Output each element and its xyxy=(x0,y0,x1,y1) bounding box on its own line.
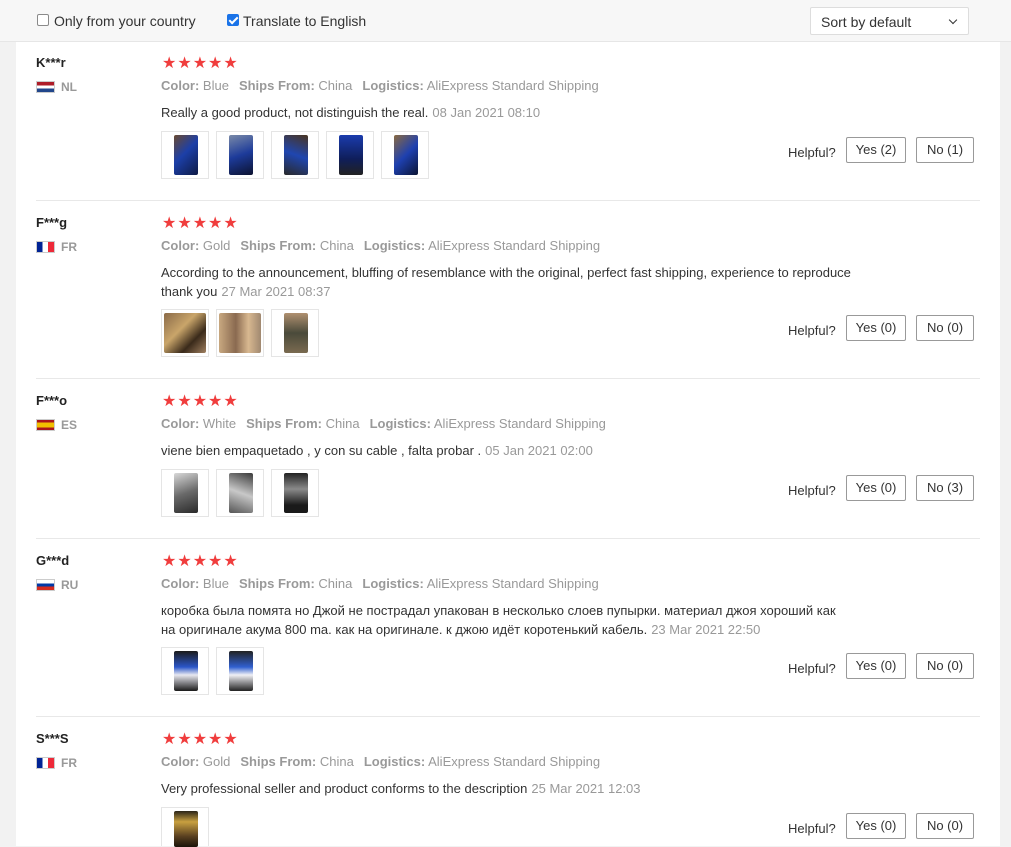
country-flag-icon xyxy=(36,579,55,591)
reviewer-name: F***g xyxy=(36,215,68,230)
review-text: коробка была помята но Джой не пострадал… xyxy=(161,603,836,637)
star-rating: ★★★★★ xyxy=(162,731,239,748)
helpful-yes-button[interactable]: Yes (0) xyxy=(846,653,906,679)
divider xyxy=(36,538,980,539)
review-text: According to the announcement, bluffing … xyxy=(161,265,851,299)
review-item: F***g FR ★★★★★ Color: Gold Ships From: Ch… xyxy=(36,215,980,379)
helpful-label: Helpful? xyxy=(788,661,836,676)
star-rating: ★★★★★ xyxy=(162,553,239,570)
country-flag-icon xyxy=(36,419,55,431)
helpful-no-button[interactable]: No (0) xyxy=(916,813,974,839)
review-attributes: Color: Blue Ships From: China Logistics: A… xyxy=(161,78,599,93)
helpful-yes-button[interactable]: Yes (0) xyxy=(846,315,906,341)
reviewer-name: S***S xyxy=(36,731,69,746)
review-photo[interactable] xyxy=(216,131,264,179)
review-photo[interactable] xyxy=(326,131,374,179)
review-photo[interactable] xyxy=(161,647,209,695)
only-country-label[interactable]: Only from your country xyxy=(54,13,196,29)
review-date: 27 Mar 2021 08:37 xyxy=(221,284,331,299)
review-photo[interactable] xyxy=(161,469,209,517)
sort-dropdown[interactable]: Sort by default xyxy=(810,7,969,35)
review-date: 25 Mar 2021 12:03 xyxy=(531,781,641,796)
review-photo[interactable] xyxy=(216,647,264,695)
helpful-yes-button[interactable]: Yes (2) xyxy=(846,137,906,163)
helpful-label: Helpful? xyxy=(788,483,836,498)
review-attributes: Color: White Ships From: China Logistics: … xyxy=(161,416,606,431)
review-item: F***o ES ★★★★★ Color: White Ships From: C… xyxy=(36,393,980,539)
helpful-label: Helpful? xyxy=(788,323,836,338)
reviewer-name: G***d xyxy=(36,553,70,568)
review-text: Really a good product, not distinguish t… xyxy=(161,105,541,120)
chevron-down-icon xyxy=(948,15,958,25)
review-attributes: Color: Blue Ships From: China Logistics: A… xyxy=(161,576,599,591)
helpful-label: Helpful? xyxy=(788,821,836,836)
review-text: viene bien empaquetado , y con su cable … xyxy=(161,443,593,458)
review-photo[interactable] xyxy=(271,131,319,179)
review-photo[interactable] xyxy=(381,131,429,179)
review-date: 23 Mar 2021 22:50 xyxy=(651,622,761,637)
review-photo[interactable] xyxy=(271,469,319,517)
review-attributes: Color: Gold Ships From: China Logistics: A… xyxy=(161,238,601,253)
country-code: ES xyxy=(61,418,78,432)
helpful-no-button[interactable]: No (1) xyxy=(916,137,974,163)
country-code: NL xyxy=(61,80,77,94)
review-photo[interactable] xyxy=(216,309,264,357)
helpful-no-button[interactable]: No (0) xyxy=(916,653,974,679)
country-code: RU xyxy=(61,578,79,592)
star-rating: ★★★★★ xyxy=(162,393,239,410)
helpful-label: Helpful? xyxy=(788,145,836,160)
country-code: FR xyxy=(61,240,77,254)
country-flag-icon xyxy=(36,81,55,93)
review-attributes: Color: Gold Ships From: China Logistics: A… xyxy=(161,754,601,769)
review-photo[interactable] xyxy=(271,309,319,357)
star-rating: ★★★★★ xyxy=(162,215,239,232)
review-photo[interactable] xyxy=(216,469,264,517)
translate-label[interactable]: Translate to English xyxy=(243,13,366,29)
review-date: 05 Jan 2021 02:00 xyxy=(485,443,593,458)
review-date: 08 Jan 2021 08:10 xyxy=(432,105,541,120)
review-item: K***r NL ★★★★★ Color: Blue Ships From: Ch… xyxy=(36,55,980,201)
review-photo[interactable] xyxy=(161,131,209,179)
helpful-yes-button[interactable]: Yes (0) xyxy=(846,813,906,839)
country-flag-icon xyxy=(36,757,55,769)
review-item: G***d RU ★★★★★ Color: Blue Ships From: Ch… xyxy=(36,553,980,717)
sort-dropdown-label: Sort by default xyxy=(821,14,912,30)
helpful-yes-button[interactable]: Yes (0) xyxy=(846,475,906,501)
review-text: Very professional seller and product con… xyxy=(161,781,641,796)
review-photo[interactable] xyxy=(161,807,209,847)
country-code: FR xyxy=(61,756,77,770)
review-item: S***S FR ★★★★★ Color: Gold Ships From: Ch… xyxy=(36,731,980,847)
divider xyxy=(36,716,980,717)
helpful-no-button[interactable]: No (3) xyxy=(916,475,974,501)
country-flag-icon xyxy=(36,241,55,253)
review-photo[interactable] xyxy=(161,309,209,357)
divider xyxy=(36,200,980,201)
reviewer-name: F***o xyxy=(36,393,68,408)
only-country-checkbox[interactable] xyxy=(37,14,49,26)
star-rating: ★★★★★ xyxy=(162,55,239,72)
filter-bar: Only from your country Translate to Engl… xyxy=(0,0,1011,42)
divider xyxy=(36,378,980,379)
reviewer-name: K***r xyxy=(36,55,66,70)
translate-checkbox[interactable] xyxy=(227,14,239,26)
helpful-no-button[interactable]: No (0) xyxy=(916,315,974,341)
